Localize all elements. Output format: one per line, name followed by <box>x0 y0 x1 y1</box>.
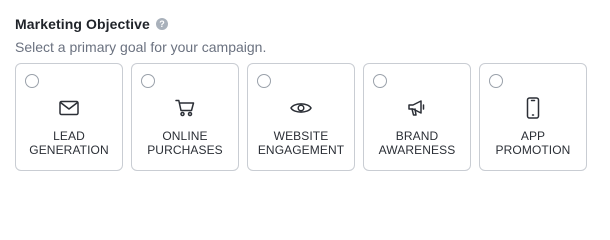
radio-button[interactable] <box>489 74 503 88</box>
objective-card-website-engagement[interactable]: WEBSITE ENGAGEMENT <box>247 63 355 171</box>
radio-button[interactable] <box>25 74 39 88</box>
objective-card-lead-generation[interactable]: LEAD GENERATION <box>15 63 123 171</box>
mobile-phone-icon <box>522 97 544 119</box>
objective-label: WEBSITE ENGAGEMENT <box>257 129 345 157</box>
objective-card-online-purchases[interactable]: ONLINE PURCHASES <box>131 63 239 171</box>
objective-label: ONLINE PURCHASES <box>147 129 223 157</box>
objective-card-app-promotion[interactable]: APP PROMOTION <box>479 63 587 171</box>
section-header: Marketing Objective ? <box>15 16 168 32</box>
objective-options: LEAD GENERATION ONLINE PURCHASES WEBSITE… <box>15 63 587 171</box>
objective-label: LEAD GENERATION <box>29 129 109 157</box>
eye-icon <box>290 97 312 119</box>
objective-label: APP PROMOTION <box>495 129 571 157</box>
objective-label: BRAND AWARENESS <box>378 129 456 157</box>
envelope-icon <box>58 97 80 119</box>
section-title: Marketing Objective <box>15 16 150 32</box>
shopping-cart-icon <box>174 97 196 119</box>
radio-button[interactable] <box>141 74 155 88</box>
objective-card-brand-awareness[interactable]: BRAND AWARENESS <box>363 63 471 171</box>
megaphone-icon <box>406 97 428 119</box>
radio-button[interactable] <box>257 74 271 88</box>
section-subtitle: Select a primary goal for your campaign. <box>15 39 267 55</box>
help-icon[interactable]: ? <box>155 18 168 30</box>
radio-button[interactable] <box>373 74 387 88</box>
